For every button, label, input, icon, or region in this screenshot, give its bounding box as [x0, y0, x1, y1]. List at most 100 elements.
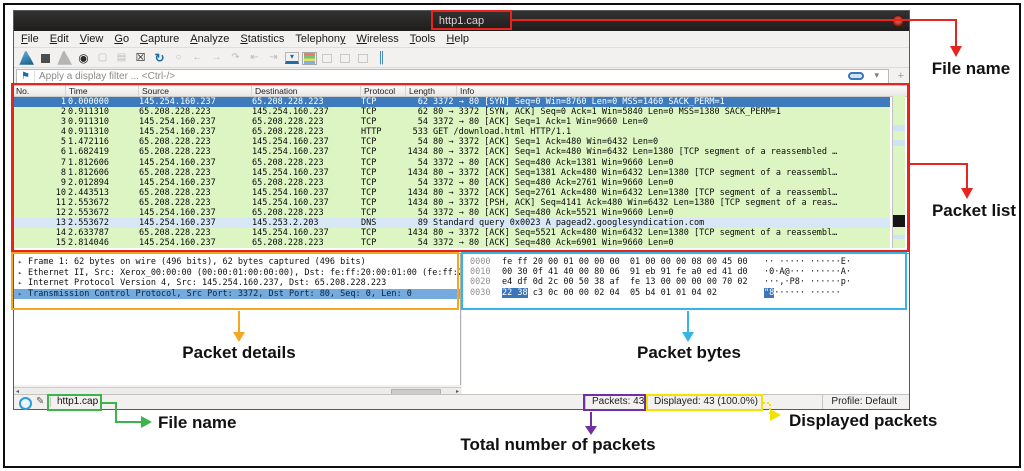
hex-rest: e4 df 0d 2c 00 50 38 af fe 13 00 00 00 0…: [502, 277, 748, 288]
cell-destination: 65.208.228.223: [252, 177, 324, 188]
menu-item-text: W: [356, 33, 367, 45]
ascii-rest: ·· ····· ······E·: [764, 257, 851, 267]
filter-dropdown-icon[interactable]: ▾: [874, 70, 879, 81]
window-titlebar[interactable]: http1.cap: [14, 11, 909, 31]
column-header-info[interactable]: Info: [456, 86, 474, 96]
packet-row[interactable]: 1 0.000000 145.254.160.237 65.208.228.22…: [14, 97, 890, 108]
cell-destination: 145.254.160.237: [252, 147, 329, 158]
zoom-reset-icon[interactable]: [358, 53, 368, 63]
detail-line[interactable]: Internet Protocol Version 4, Src: 145.25…: [14, 278, 460, 289]
bookmark-icon[interactable]: ⚑: [17, 71, 35, 82]
go-forward-icon[interactable]: →: [208, 51, 225, 66]
menu-go[interactable]: Go: [114, 33, 129, 45]
menu-item-text: C: [140, 33, 149, 45]
packet-row[interactable]: 13 2.553672 145.254.160.237 145.253.2.20…: [14, 218, 890, 229]
detail-line[interactable]: Transmission Control Protocol, Src Port:…: [14, 288, 460, 300]
save-file-icon[interactable]: ▤: [113, 51, 130, 66]
label-packet-list: Packet list: [931, 201, 1017, 220]
cell-length: 89: [417, 218, 428, 229]
colorize-icon[interactable]: [302, 51, 317, 65]
cell-length: 62: [417, 97, 428, 107]
open-file-icon[interactable]: ▢: [94, 51, 111, 66]
cell-info: 80 → 3372 [SYN, ACK] Seq=0 Ack=1 Win=584…: [433, 107, 781, 118]
detail-line[interactable]: Ethernet II, Src: Xerox_00:00:00 (00:00:…: [14, 268, 460, 279]
menu-view[interactable]: View: [80, 33, 104, 45]
expand-arrow-icon[interactable]: [18, 268, 22, 279]
packet-row[interactable]: 10 2.443513 65.208.228.223 145.254.160.2…: [14, 187, 890, 198]
cell-source: 65.208.228.223: [139, 228, 211, 239]
cell-no: 2: [60, 107, 66, 118]
expand-arrow-icon[interactable]: [18, 289, 22, 300]
statusbar-profile[interactable]: Profile: Default: [822, 395, 897, 409]
restart-capture-icon[interactable]: [57, 50, 72, 65]
menu-help[interactable]: Help: [446, 33, 469, 45]
column-header-source[interactable]: Source: [138, 86, 169, 96]
packet-row[interactable]: 11 2.553672 65.208.228.223 145.254.160.2…: [14, 197, 890, 209]
packet-rows: 1 0.000000 145.254.160.237 65.208.228.22…: [14, 97, 890, 249]
packet-row[interactable]: 8 1.812606 65.208.228.223 145.254.160.23…: [14, 167, 890, 178]
find-packet-icon[interactable]: ○: [170, 51, 187, 66]
packet-row[interactable]: 3 0.911310 145.254.160.237 65.208.228.22…: [14, 117, 890, 128]
packet-row[interactable]: 5 1.472116 65.208.228.223 145.254.160.23…: [14, 137, 890, 148]
reload-file-icon[interactable]: ↻: [151, 51, 168, 66]
menu-telephony[interactable]: Telephony: [295, 33, 345, 45]
hex-line[interactable]: 0010 00 30 0f 41 40 00 80 06 91 eb 91 fe…: [462, 267, 909, 277]
column-header-time[interactable]: Time: [65, 86, 88, 96]
zoom-in-icon[interactable]: [322, 53, 332, 63]
cell-length: 54: [417, 137, 428, 148]
close-button[interactable]: [892, 15, 904, 27]
hex-line[interactable]: 0000 fe ff 20 00 01 00 00 00 01 00 00 00…: [462, 257, 909, 267]
first-packet-icon[interactable]: ⇤: [246, 51, 263, 66]
start-capture-icon[interactable]: [19, 50, 34, 65]
packet-row[interactable]: 9 2.012894 145.254.160.237 65.208.228.22…: [14, 177, 890, 188]
cell-protocol: DNS: [361, 218, 377, 229]
packet-row[interactable]: 4 0.911310 145.254.160.237 65.208.228.22…: [14, 127, 890, 138]
menu-statistics[interactable]: Statistics: [240, 33, 284, 45]
cell-destination: 65.208.228.223: [252, 208, 324, 219]
last-packet-icon[interactable]: ⇥: [265, 51, 282, 66]
hex-line[interactable]: 0030 22 38 c3 0c 00 00 02 04 05 b4 01 01…: [462, 287, 909, 298]
cell-no: 3: [60, 117, 66, 128]
capture-comment-icon[interactable]: ✎: [36, 395, 44, 409]
cell-no: 12: [55, 208, 66, 219]
close-file-icon[interactable]: ☒: [132, 51, 149, 66]
go-to-packet-icon[interactable]: ↷: [227, 51, 244, 66]
stop-capture-icon[interactable]: [37, 50, 54, 66]
menu-capture[interactable]: Capture: [140, 33, 179, 45]
packet-row[interactable]: 7 1.812606 145.254.160.237 65.208.228.22…: [14, 157, 890, 168]
toolbar-icon-glyph: ☒: [135, 51, 146, 64]
expand-arrow-icon[interactable]: [18, 257, 22, 268]
filter-apply-icon[interactable]: [848, 72, 864, 80]
cell-source: 145.254.160.237: [139, 127, 216, 138]
expert-info-icon[interactable]: [19, 397, 32, 410]
cell-source: 145.254.160.237: [139, 97, 216, 107]
menu-item-text: ireless: [366, 33, 399, 45]
column-header-length[interactable]: Length: [405, 86, 435, 96]
detail-line[interactable]: Frame 1: 62 bytes on wire (496 bits), 62…: [14, 257, 460, 268]
column-header-protocol[interactable]: Protocol: [360, 86, 395, 96]
autoscroll-icon[interactable]: ▾: [285, 52, 299, 64]
menu-file[interactable]: File: [21, 33, 39, 45]
packet-row[interactable]: 2 0.911310 65.208.228.223 145.254.160.23…: [14, 107, 890, 118]
minimap-dns-mark: [893, 235, 905, 239]
go-back-icon[interactable]: ←: [189, 51, 206, 66]
menu-tools[interactable]: Tools: [410, 33, 436, 45]
zoom-out-icon[interactable]: [340, 53, 350, 63]
display-filter-input[interactable]: ⚑ Apply a display filter ... <Ctrl-/>: [16, 69, 889, 84]
packet-row[interactable]: 14 2.633787 65.208.228.223 145.254.160.2…: [14, 228, 890, 239]
menu-wireless[interactable]: Wireless: [357, 33, 399, 45]
menu-edit[interactable]: Edit: [50, 33, 69, 45]
cell-time: 1.682419: [68, 147, 109, 158]
column-header-destination[interactable]: Destination: [251, 86, 298, 96]
packet-row[interactable]: 15 2.814046 145.254.160.237 65.208.228.2…: [14, 238, 890, 249]
hex-line[interactable]: 0020 e4 df 0d 2c 00 50 38 af fe 13 00 00…: [462, 277, 909, 287]
packet-row[interactable]: 6 1.682419 65.208.228.223 145.254.160.23…: [14, 147, 890, 158]
column-header-no[interactable]: No.: [14, 86, 29, 96]
expand-arrow-icon[interactable]: [18, 278, 22, 289]
capture-options-icon[interactable]: ◉: [75, 51, 92, 66]
menu-analyze[interactable]: Analyze: [190, 33, 229, 45]
packet-row[interactable]: 12 2.553672 145.254.160.237 65.208.228.2…: [14, 208, 890, 219]
filter-add-button[interactable]: +: [898, 70, 904, 82]
intelligent-scrollbar[interactable]: [892, 96, 905, 248]
resize-columns-icon[interactable]: ║: [373, 51, 390, 66]
